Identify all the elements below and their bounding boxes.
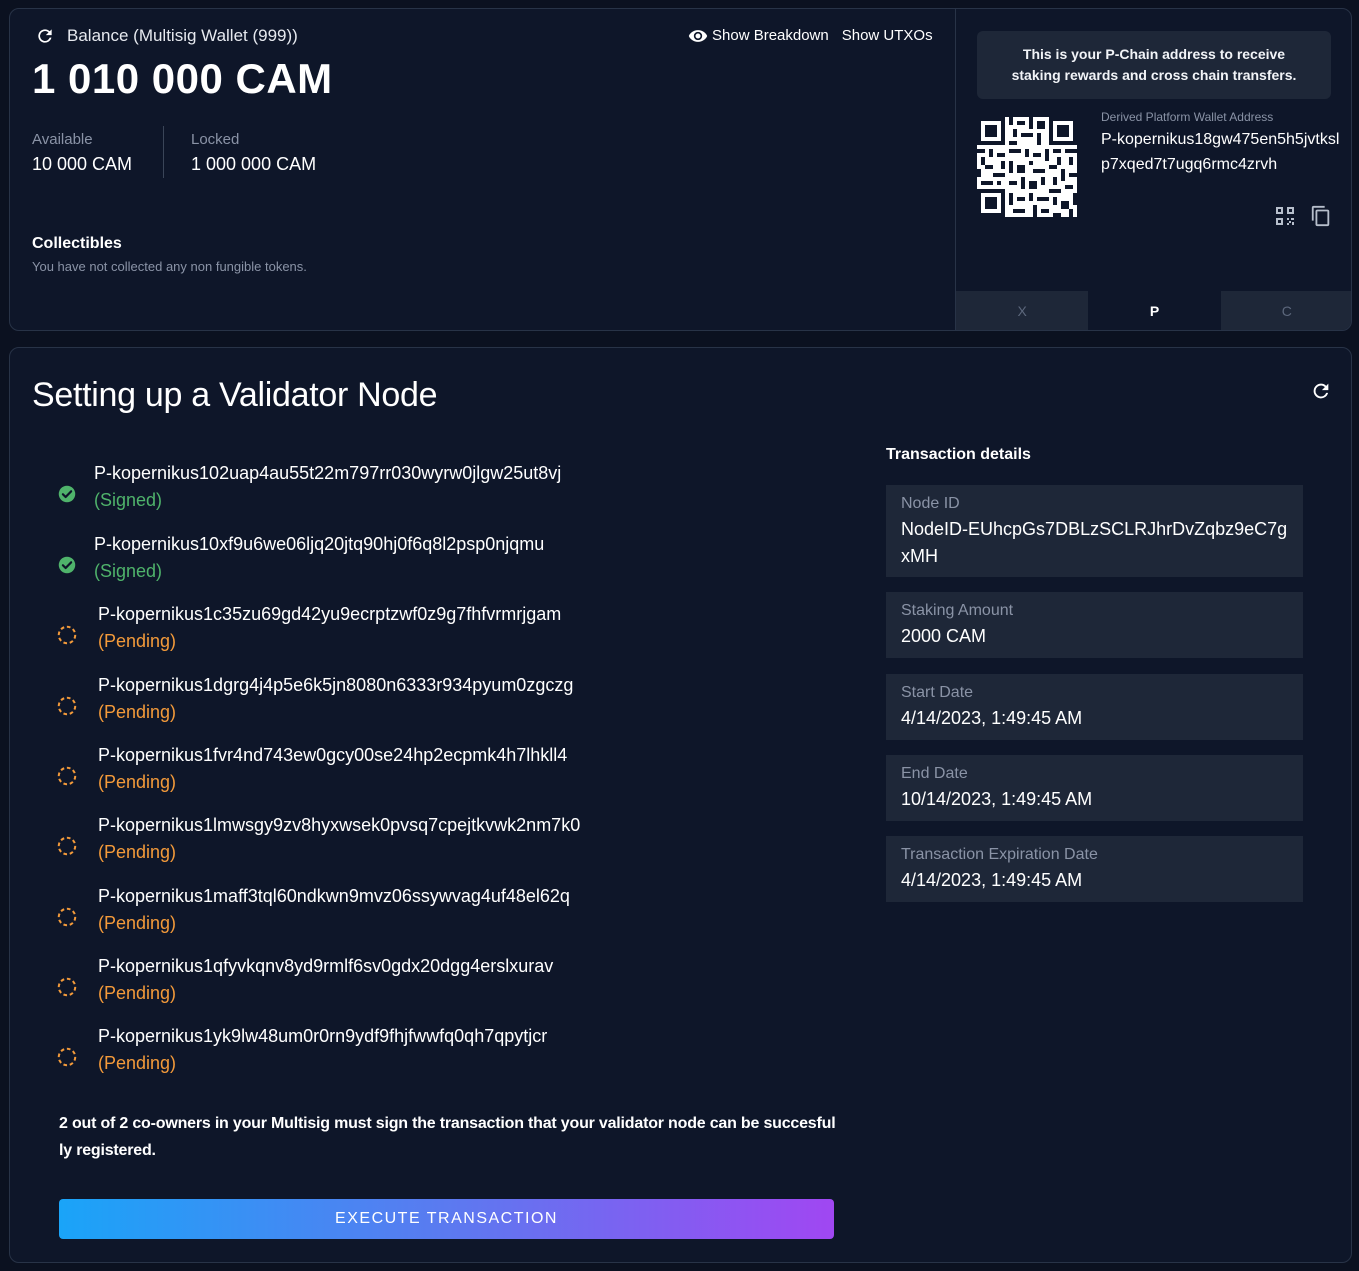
pending-circle-icon <box>57 977 77 997</box>
pending-circle-icon <box>57 1047 77 1067</box>
balance-amount: 1 010 000 CAM <box>32 55 333 102</box>
tab-x-chain[interactable]: X <box>956 291 1089 330</box>
signer-status: (Pending) <box>98 1053 177 1073</box>
signer-address: P-kopernikus1fvr4nd743ew0gcy00se24hp2ecp… <box>98 745 568 765</box>
signer-item: P-kopernikus1c35zu69gd42yu9ecrptzwf0z9g7… <box>56 604 836 664</box>
show-breakdown-label: Show Breakdown <box>712 27 829 44</box>
execute-transaction-button[interactable]: EXECUTE TRANSACTION <box>59 1199 834 1239</box>
signer-status: (Pending) <box>98 702 177 722</box>
signer-address: P-kopernikus1maff3tql60ndkwn9mvz06ssywva… <box>98 886 570 906</box>
refresh-icon[interactable] <box>34 25 56 47</box>
signer-item: P-kopernikus1maff3tql60ndkwn9mvz06ssywva… <box>56 886 836 946</box>
balance-card: Balance (Multisig Wallet (999)) 1 010 00… <box>9 8 1352 331</box>
stat-divider <box>163 126 164 178</box>
address-label: Derived Platform Wallet Address <box>1101 110 1274 124</box>
signer-status: (Pending) <box>98 913 177 933</box>
transaction-details-title: Transaction details <box>886 446 1031 463</box>
qr-code-icon[interactable] <box>1274 205 1296 227</box>
detail-expiration-date: Transaction Expiration Date 4/14/2023, 1… <box>886 836 1303 902</box>
pending-circle-icon <box>57 625 77 645</box>
detail-start-date: Start Date 4/14/2023, 1:49:45 AM <box>886 674 1303 740</box>
tab-c-chain[interactable]: C <box>1220 291 1351 330</box>
signer-item: P-kopernikus1yk9lw48um0r0rn9ydf9fhjfwwfq… <box>56 1026 836 1086</box>
detail-value: 4/14/2023, 1:49:45 AM <box>901 708 1083 728</box>
signer-item: P-kopernikus102uap4au55t22m797rr030wyrw0… <box>56 463 836 523</box>
address-info-box: This is your P-Chain address to receive … <box>977 31 1331 99</box>
signer-address: P-kopernikus1c35zu69gd42yu9ecrptzwf0z9g7… <box>98 604 562 624</box>
signer-status: (Pending) <box>98 631 177 651</box>
signer-status: (Pending) <box>98 983 177 1003</box>
signer-item: P-kopernikus1lmwsgy9zv8hyxwsek0pvsq7cpej… <box>56 815 836 875</box>
detail-value: NodeID-EUhcpGs7DBLzSCLRJhrDvZqbz9eC7gxMH <box>901 519 1288 566</box>
available-value: 10 000 CAM <box>32 154 133 174</box>
multisig-notice: 2 out of 2 co-owners in your Multisig mu… <box>59 1115 836 1159</box>
detail-value: 10/14/2023, 1:49:45 AM <box>901 789 1093 809</box>
signer-status: (Signed) <box>94 490 163 510</box>
eye-icon <box>688 29 708 43</box>
refresh-icon[interactable] <box>1310 380 1332 402</box>
page-title: Setting up a Validator Node <box>32 376 438 414</box>
wallet-address: P-kopernikus18gw475en5h5jvtkslp7xqed7t7u… <box>1101 131 1340 173</box>
signer-address: P-kopernikus1dgrg4j4p5e6k5jn8080n6333r93… <box>98 675 574 695</box>
locked-value: 1 000 000 CAM <box>191 154 317 174</box>
detail-label: End Date <box>901 765 968 782</box>
detail-staking-amount: Staking Amount 2000 CAM <box>886 592 1303 658</box>
check-circle-icon <box>58 485 76 503</box>
tab-p-chain[interactable]: P <box>1088 291 1221 330</box>
pending-circle-icon <box>57 907 77 927</box>
locked-label: Locked <box>191 131 240 148</box>
check-circle-icon <box>58 556 76 574</box>
signer-status: (Pending) <box>98 772 177 792</box>
address-panel: This is your P-Chain address to receive … <box>955 9 1351 330</box>
signer-address: P-kopernikus1yk9lw48um0r0rn9ydf9fhjfwwfq… <box>98 1026 548 1046</box>
pending-circle-icon <box>57 696 77 716</box>
signer-item: P-kopernikus1fvr4nd743ew0gcy00se24hp2ecp… <box>56 745 836 805</box>
signer-address: P-kopernikus1qfyvkqnv8yd9rmlf6sv0gdx20dg… <box>98 956 554 976</box>
show-utxos-button[interactable]: Show UTXOs <box>842 27 933 44</box>
collectibles-empty-text: You have not collected any non fungible … <box>32 259 307 274</box>
available-label: Available <box>32 131 93 148</box>
collectibles-title: Collectibles <box>32 235 122 252</box>
show-breakdown-button[interactable]: Show Breakdown <box>688 27 829 44</box>
pending-circle-icon <box>57 766 77 786</box>
signer-address: P-kopernikus102uap4au55t22m797rr030wyrw0… <box>94 463 562 483</box>
detail-label: Transaction Expiration Date <box>901 846 1098 863</box>
pending-circle-icon <box>57 836 77 856</box>
detail-label: Staking Amount <box>901 602 1014 619</box>
signer-address: P-kopernikus10xf9u6we06ljq20jtq90hj0f6q8… <box>94 534 545 554</box>
detail-node-id: Node ID NodeID-EUhcpGs7DBLzSCLRJhrDvZqbz… <box>886 485 1303 577</box>
signer-status: (Pending) <box>98 842 177 862</box>
qr-code-icon[interactable] <box>977 117 1077 217</box>
signer-item: P-kopernikus1qfyvkqnv8yd9rmlf6sv0gdx20dg… <box>56 956 836 1016</box>
copy-icon[interactable] <box>1310 205 1332 227</box>
signer-address: P-kopernikus1lmwsgy9zv8hyxwsek0pvsq7cpej… <box>98 815 581 835</box>
detail-end-date: End Date 10/14/2023, 1:49:45 AM <box>886 755 1303 821</box>
detail-label: Start Date <box>901 684 974 701</box>
detail-label: Node ID <box>901 495 960 512</box>
detail-value: 4/14/2023, 1:49:45 AM <box>901 870 1083 890</box>
signer-status: (Signed) <box>94 561 163 581</box>
chain-tabs: X P C <box>956 291 1351 330</box>
validator-card: Setting up a Validator Node P-kopernikus… <box>9 347 1352 1263</box>
signer-item: P-kopernikus1dgrg4j4p5e6k5jn8080n6333r93… <box>56 675 836 735</box>
balance-title: Balance (Multisig Wallet (999)) <box>67 26 298 45</box>
balance-actions: Show Breakdown Show UTXOs <box>688 27 933 44</box>
detail-value: 2000 CAM <box>901 626 987 646</box>
signer-item: P-kopernikus10xf9u6we06ljq20jtq90hj0f6q8… <box>56 534 836 594</box>
